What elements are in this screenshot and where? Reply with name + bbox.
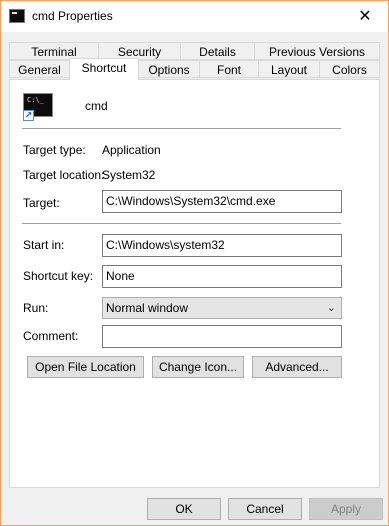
shortcut-key-input[interactable]: None <box>102 265 342 288</box>
tab-details[interactable]: Details <box>180 42 255 60</box>
shortcut-name: cmd <box>85 99 108 113</box>
open-file-location-button[interactable]: Open File Location <box>27 356 144 378</box>
target-location-label: Target location: <box>23 168 105 182</box>
tab-font[interactable]: Font <box>199 60 259 78</box>
properties-window: cmd Properties ✕ Terminal Security Detai… <box>0 0 389 526</box>
cancel-button[interactable]: Cancel <box>228 498 302 520</box>
change-icon-button[interactable]: Change Icon... <box>152 356 244 378</box>
tab-general[interactable]: General <box>9 60 70 78</box>
icon-prompt-text: C:\_ <box>27 96 44 104</box>
separator <box>22 223 341 224</box>
tab-layout[interactable]: Layout <box>258 60 320 78</box>
tab-colors[interactable]: Colors <box>319 60 380 78</box>
tab-shortcut[interactable]: Shortcut <box>69 58 139 80</box>
comment-input[interactable] <box>102 325 342 348</box>
run-select[interactable]: Normal window ⌄ <box>102 297 342 319</box>
target-label: Target: <box>23 196 60 210</box>
advanced-button[interactable]: Advanced... <box>252 356 342 378</box>
run-label: Run: <box>23 301 49 315</box>
shortcut-arrow-icon: ↗ <box>23 110 34 121</box>
shortcut-key-label: Shortcut key: <box>23 269 94 283</box>
close-button[interactable]: ✕ <box>342 1 388 32</box>
run-select-value: Normal window <box>106 301 189 315</box>
target-type-value: Application <box>102 143 161 157</box>
target-location-value: System32 <box>102 168 156 182</box>
title-bar[interactable]: cmd Properties ✕ <box>1 1 388 32</box>
target-input[interactable]: C:\Windows\System32\cmd.exe <box>102 190 342 213</box>
start-in-input[interactable]: C:\Windows\system32 <box>102 234 342 257</box>
tab-previous-versions[interactable]: Previous Versions <box>254 42 380 60</box>
console-icon <box>9 9 25 23</box>
chevron-down-icon: ⌄ <box>326 302 336 314</box>
ok-button[interactable]: OK <box>147 498 221 520</box>
tab-options[interactable]: Options <box>138 60 200 78</box>
apply-button[interactable]: Apply <box>309 498 383 520</box>
separator <box>22 128 341 129</box>
window-title: cmd Properties <box>32 9 113 23</box>
start-in-label: Start in: <box>23 238 65 252</box>
comment-label: Comment: <box>23 329 79 343</box>
target-type-label: Target type: <box>23 143 86 157</box>
